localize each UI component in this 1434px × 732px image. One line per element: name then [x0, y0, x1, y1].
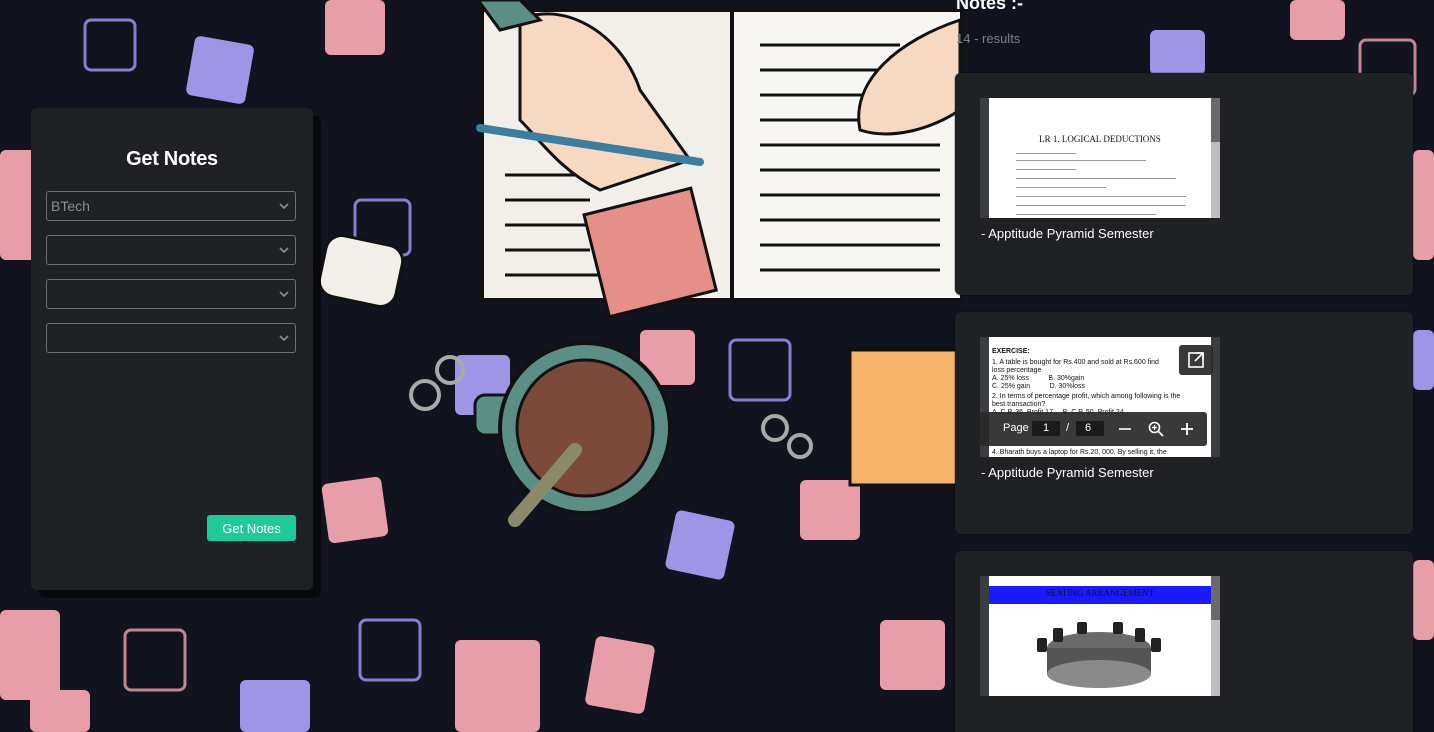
- page-label: Page: [1003, 422, 1029, 434]
- preview-line: [1016, 214, 1156, 215]
- get-notes-button[interactable]: Get Notes: [207, 515, 296, 541]
- preview-scrollbar[interactable]: [1211, 98, 1220, 218]
- course-select-value: BTech: [51, 198, 90, 214]
- page-number-input[interactable]: 1: [1032, 421, 1060, 436]
- preview-line: [1016, 169, 1076, 170]
- notes-title: Notes :-: [956, 0, 1023, 13]
- preview-line: [1016, 187, 1106, 188]
- preview-line: [1016, 160, 1146, 161]
- preview-heading: LR 1. LOGICAL DEDUCTIONS: [1039, 134, 1161, 144]
- semester-select[interactable]: [46, 279, 296, 309]
- preview-text-line: 4. Bharath buys a laptop for Rs.20, 000.…: [992, 449, 1167, 456]
- total-pages: 6: [1076, 421, 1104, 436]
- preview-page: SEATING ARRANGEMENT: [989, 576, 1211, 696]
- preview-banner: SEATING ARRANGEMENT: [989, 586, 1211, 604]
- zoom-in-icon[interactable]: [1148, 421, 1164, 437]
- note-card[interactable]: SEATING ARRANGEMENT: [955, 551, 1413, 732]
- preview-scrollbar[interactable]: [1211, 576, 1220, 696]
- pdf-viewer-toolbar: Page 1 / 6: [980, 412, 1207, 446]
- chevron-down-icon: [279, 335, 289, 342]
- preview-text-line: 2. In terms of percentage profit, which …: [992, 393, 1181, 400]
- preview-heading: EXERCISE:: [992, 348, 1030, 355]
- note-preview[interactable]: LR 1. LOGICAL DEDUCTIONS: [980, 98, 1220, 218]
- preview-page: LR 1. LOGICAL DEDUCTIONS: [989, 98, 1211, 218]
- preview-line: [1016, 205, 1186, 206]
- panel-title: Get Notes: [126, 148, 218, 170]
- preview-text-line: best transaction?: [992, 401, 1046, 408]
- note-preview[interactable]: SEATING ARRANGEMENT: [980, 576, 1220, 696]
- preview-text-line: A. 25% loss B. 30%gain: [992, 375, 1085, 382]
- page-separator: /: [1066, 422, 1070, 434]
- minus-icon[interactable]: [1118, 422, 1132, 436]
- chevron-down-icon: [279, 247, 289, 254]
- subject-select[interactable]: [46, 323, 296, 353]
- conference-table-image: [1037, 622, 1161, 688]
- note-title: - Apptitude Pyramid Semester: [981, 226, 1154, 241]
- open-external-icon: [1188, 352, 1204, 368]
- note-preview[interactable]: EXERCISE: 1. A table is bought for Rs.40…: [980, 337, 1220, 457]
- chevron-down-icon: [279, 203, 289, 210]
- course-select[interactable]: BTech: [46, 191, 296, 221]
- note-title: - Apptitude Pyramid Semester: [981, 465, 1154, 480]
- chevron-down-icon: [279, 291, 289, 298]
- get-notes-panel: Get Notes BTech Get Notes: [31, 108, 313, 590]
- preview-heading: SEATING ARRANGEMENT: [1045, 588, 1155, 598]
- open-external-button[interactable]: [1179, 345, 1213, 375]
- preview-text-line: loss percentage: [992, 367, 1042, 374]
- note-card[interactable]: LR 1. LOGICAL DEDUCTIONS - Apptitude Pyr…: [955, 73, 1413, 295]
- note-card[interactable]: EXERCISE: 1. A table is bought for Rs.40…: [955, 312, 1413, 534]
- preview-line: [1016, 196, 1186, 197]
- preview-line: [1016, 178, 1176, 179]
- plus-icon[interactable]: [1180, 422, 1194, 436]
- preview-text-line: 1. A table is bought for Rs.400 and sold…: [992, 359, 1159, 366]
- results-count: 14 - results: [956, 31, 1021, 46]
- preview-line: [1016, 153, 1076, 154]
- preview-text-line: C. 25% gain D. 30%loss: [992, 383, 1085, 390]
- branch-select[interactable]: [46, 235, 296, 265]
